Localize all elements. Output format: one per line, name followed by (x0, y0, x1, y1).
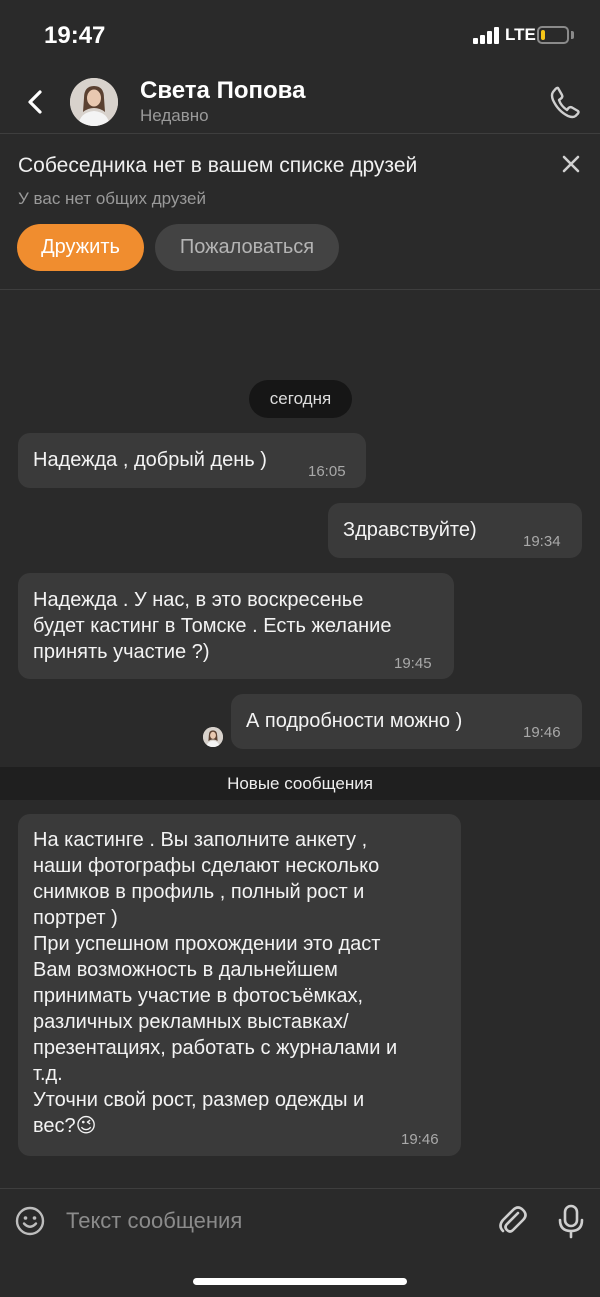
chat-header: Света Попова Недавно (0, 70, 600, 134)
message-time: 19:45 (394, 655, 432, 672)
message-time: 19:34 (523, 533, 561, 550)
network-type: LTE (505, 25, 536, 44)
battery-icon (537, 26, 569, 44)
message-composer (0, 1188, 600, 1254)
message-text: Здравствуйте) (343, 519, 477, 541)
smiley-icon[interactable] (14, 1205, 46, 1237)
microphone-icon[interactable] (556, 1203, 586, 1239)
message-incoming[interactable]: На кастинге . Вы заполните анкету , наши… (18, 814, 461, 1156)
message-text: На кастинге . Вы заполните анкету , наши… (33, 829, 398, 1137)
date-separator: сегодня (249, 380, 352, 418)
message-time: 19:46 (523, 724, 561, 741)
avatar[interactable] (70, 78, 118, 126)
contact-name[interactable]: Света Попова (140, 77, 305, 105)
message-text: Надежда . У нас, в это воскресенье будет… (33, 589, 392, 663)
message-input[interactable] (58, 1200, 478, 1242)
message-outgoing[interactable]: А подробности можно ) 19:46 (231, 694, 582, 749)
panel-title: Собеседника нет в вашем списке друзей (18, 154, 418, 177)
chevron-left-icon[interactable] (22, 86, 50, 118)
new-messages-divider: Новые сообщения (0, 767, 600, 800)
stranger-warning-panel: Собеседника нет в вашем списке друзей У … (0, 135, 600, 290)
status-bar: 19:47 LTE (0, 0, 600, 70)
read-receipt-avatar (203, 727, 223, 747)
message-time: 19:46 (401, 1131, 439, 1148)
cellular-signal-icon (473, 27, 501, 44)
message-incoming[interactable]: Надежда . У нас, в это воскресенье будет… (18, 573, 454, 679)
message-outgoing[interactable]: Здравствуйте) 19:34 (328, 503, 582, 558)
add-friend-button[interactable]: Дружить (17, 224, 144, 271)
phone-icon[interactable] (548, 84, 582, 120)
status-time: 19:47 (44, 22, 106, 49)
paperclip-icon[interactable] (496, 1203, 528, 1239)
message-text: Надежда , добрый день ) (33, 449, 267, 471)
battery-tip (571, 31, 574, 39)
message-time: 16:05 (308, 463, 346, 480)
close-icon[interactable] (560, 153, 582, 175)
report-button[interactable]: Пожаловаться (155, 224, 339, 271)
message-text: А подробности можно ) (246, 710, 463, 732)
chat-screen: 19:47 LTE Света Попова Недавно Собеседни… (0, 0, 600, 1297)
panel-subtitle: У вас нет общих друзей (18, 189, 206, 208)
message-incoming[interactable]: Надежда , добрый день ) 16:05 (18, 433, 366, 488)
contact-status: Недавно (140, 106, 209, 125)
home-indicator[interactable] (193, 1278, 407, 1285)
